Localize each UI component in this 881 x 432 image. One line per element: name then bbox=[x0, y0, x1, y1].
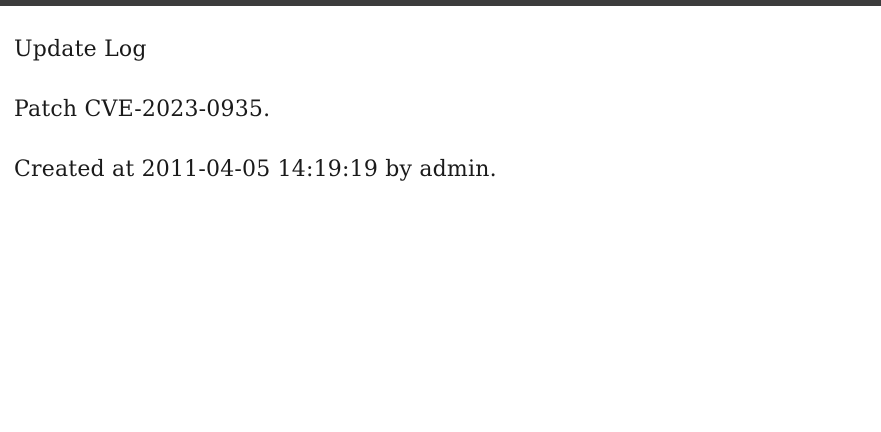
page-title: Update Log bbox=[14, 37, 147, 62]
log-meta: Created at 2011-04-05 14:19:19 by admin. bbox=[14, 157, 497, 182]
window-top-bar bbox=[0, 0, 881, 6]
log-message: Patch CVE-2023-0935. bbox=[14, 97, 271, 122]
